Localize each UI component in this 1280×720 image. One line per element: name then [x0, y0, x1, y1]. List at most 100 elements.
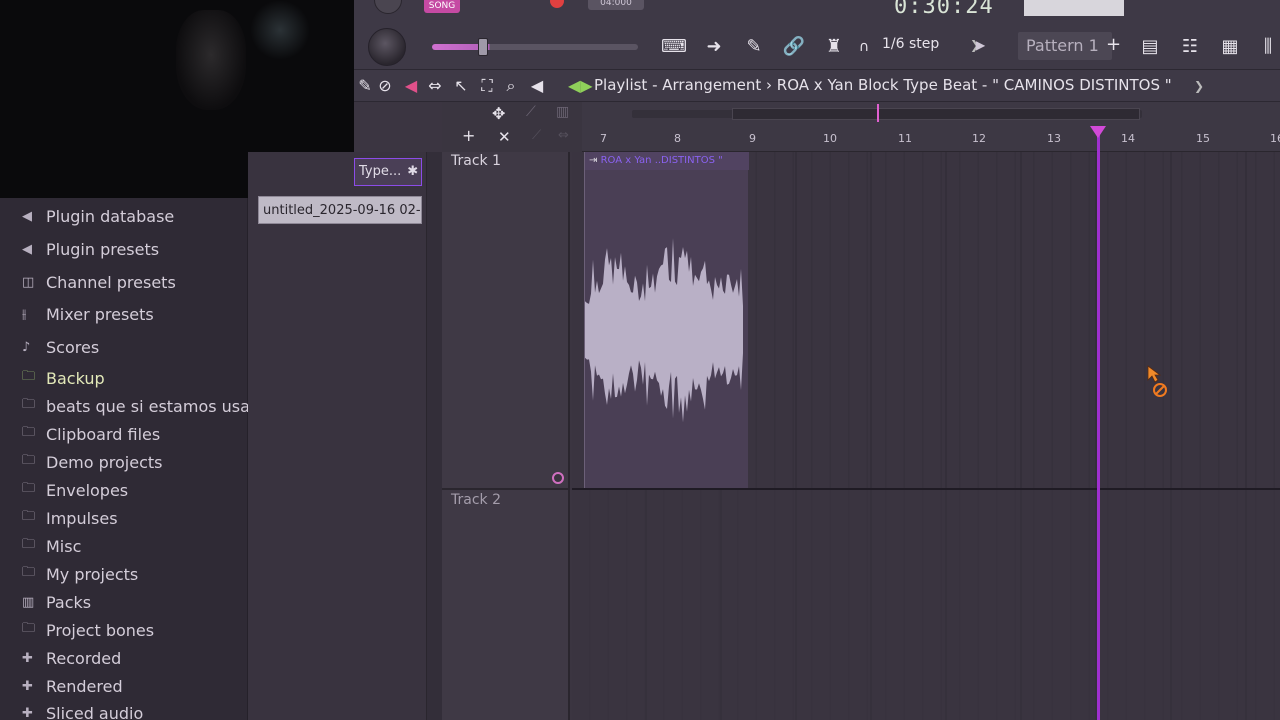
horizontal-scrollbar-thumb[interactable] [732, 108, 1140, 120]
browser-item[interactable]: ✚ Sliced audio [22, 700, 143, 720]
title-arrow-icon[interactable]: ❯ [1188, 75, 1210, 97]
main-volume-knob[interactable] [374, 0, 402, 14]
bar-number: 7 [600, 132, 607, 145]
picker-scrollbar[interactable] [426, 152, 442, 720]
draw-tool-icon[interactable]: ✎ [354, 75, 376, 97]
playlist-view-icon[interactable]: ▤ [1134, 34, 1166, 60]
scroll-left-icon[interactable]: ⟋ [532, 128, 541, 143]
typing-keyboard-icon[interactable]: ⌨ [658, 34, 690, 60]
playlist-picker-panel [248, 152, 442, 720]
playlist-title: Playlist - Arrangement › ROA x Yan Block… [594, 76, 1172, 94]
track-mute-icon[interactable] [552, 472, 564, 484]
pattern-selector[interactable]: Pattern 1 [1018, 32, 1112, 60]
browser-item-label: Backup [46, 368, 105, 388]
browser-item[interactable]: 🗀 Backup [22, 365, 105, 391]
browser-item[interactable]: 🗀 My projects [22, 561, 138, 587]
browser-item[interactable]: 🗀 Demo projects [22, 449, 163, 475]
playhead-line[interactable] [1097, 128, 1100, 720]
browser-item-label: beats que si estamos usando [46, 396, 281, 416]
bar-number: 10 [823, 132, 837, 145]
browser-item-label: Demo projects [46, 452, 163, 472]
browser-item[interactable]: ◀ Plugin database [22, 203, 174, 229]
audio-clip-label: ROA x Yan ..DISTINTOS " [600, 155, 723, 166]
browser-item[interactable]: ⫲ Mixer presets [22, 301, 154, 327]
slip-tool-icon[interactable]: ⇔ [424, 75, 446, 97]
pitch-knob[interactable] [368, 28, 406, 66]
channel-rack-icon[interactable]: ☷ [1174, 34, 1206, 60]
magnet-icon[interactable]: ∩ [854, 34, 874, 60]
browser-item[interactable]: ◀ Plugin presets [22, 236, 159, 262]
close-icon[interactable]: ✕ [498, 128, 511, 146]
master-volume-thumb[interactable] [478, 38, 488, 56]
output-waveform-monitor [1024, 0, 1124, 16]
track-lane-2[interactable] [572, 490, 1280, 720]
browser-item[interactable]: ◫ Channel presets [22, 269, 176, 295]
track-headers: Track 1 Track 2 [442, 152, 570, 720]
sliced-icon: ✚ [22, 705, 33, 720]
timeline-ruler[interactable]: 7 8 9 10 11 12 13 14 15 16 [582, 102, 1280, 152]
link-tool-icon[interactable]: ⟋ [526, 104, 536, 120]
bar-number: 8 [674, 132, 681, 145]
playback-tool-icon[interactable]: ◀ [526, 75, 548, 97]
browser-item[interactable]: 🗀 Misc [22, 533, 81, 559]
song-mode-toggle[interactable]: SONG [424, 0, 460, 13]
slice-tool-icon[interactable]: ↖ [450, 75, 472, 97]
browser-item-label: Rendered [46, 676, 123, 696]
link-icon[interactable]: 🔗 [778, 34, 810, 60]
add-track-icon[interactable]: + [462, 126, 475, 145]
channel-icon: ◫ [22, 274, 35, 290]
mouse-cursor-icon [1147, 365, 1167, 397]
browser-item[interactable]: 🗀 beats que si estamos usando [22, 393, 280, 419]
browser-item[interactable]: 🗀 Clipboard files [22, 421, 160, 447]
fl-studio-window: SONG 04:000 0:30:24 ⌨ ➜ ✎ 🔗 ♜ ∩ 1/6 step… [0, 0, 1280, 720]
snap-selector[interactable]: 1/6 step [882, 36, 939, 52]
track-header-1[interactable]: Track 1 [451, 153, 501, 169]
brush-icon[interactable]: ✎ [738, 34, 770, 60]
plug-icon: ◀ [22, 208, 32, 224]
snap-zoom-icon[interactable]: ✥ [492, 104, 505, 123]
browser-item-label: Sliced audio [46, 703, 144, 720]
mixer-icon: ⫲ [22, 306, 27, 322]
loop-marker[interactable] [877, 104, 879, 122]
add-pattern-button[interactable]: + [1106, 34, 1121, 55]
playlist-ruler-tools: ✥ ⟋ ▥ + ✕ ⟋ ⇔ [442, 102, 582, 152]
track-header-2[interactable]: Track 2 [451, 492, 501, 508]
zoom-tool-icon[interactable]: ⌕ [500, 75, 522, 97]
webcam-background-light [250, 0, 310, 60]
audio-clip[interactable]: ⇥ ROA x Yan ..DISTINTOS " [584, 152, 749, 488]
tempo-display[interactable]: 04:000 [588, 0, 644, 10]
main-toolbar: SONG 04:000 0:30:24 ⌨ ➜ ✎ 🔗 ♜ ∩ 1/6 step… [354, 0, 1280, 70]
mixer-view-icon[interactable]: ▦ [1214, 34, 1246, 60]
scroll-right-icon[interactable]: ⇔ [558, 128, 569, 143]
picker-audio-clip[interactable]: untitled_2025-09-16 02-... [258, 196, 422, 224]
playhead-marker[interactable] [1090, 126, 1106, 138]
bar-number: 9 [749, 132, 756, 145]
playlist-play-icon[interactable]: ◀▶ [568, 76, 593, 95]
bar-number: 14 [1121, 132, 1135, 145]
grid-tool-icon[interactable]: ▥ [556, 104, 569, 120]
note-icon: ♪ [22, 339, 31, 355]
bar-number: 12 [972, 132, 986, 145]
select-tool-icon[interactable]: ⛶ [476, 75, 498, 97]
browser-panel: ◀ Plugin database ◀ Plugin presets ◫ Channe… [0, 198, 280, 720]
bar-number: 15 [1196, 132, 1210, 145]
delete-tool-icon[interactable]: ⊘ [374, 75, 396, 97]
metronome-icon[interactable]: ♜ [818, 34, 850, 60]
browser-item-label: Scores [46, 337, 100, 357]
prev-pattern-icon[interactable]: ▶ [976, 38, 985, 52]
browser-item[interactable]: 🗀 Project bones [22, 617, 154, 643]
master-volume-slider[interactable] [432, 44, 638, 50]
mute-tool-icon[interactable]: ◀ [400, 75, 422, 97]
record-button[interactable] [550, 0, 564, 8]
browser-item[interactable]: ♪ Scores [22, 334, 99, 360]
browser-item[interactable]: ▥ Packs [22, 589, 91, 615]
audio-clip-icon: ✱ [407, 164, 419, 179]
audio-clip-header[interactable]: ⇥ ROA x Yan ..DISTINTOS " [585, 152, 749, 170]
browser-item[interactable]: 🗀 Impulses [22, 505, 118, 531]
picker-tab[interactable]: Type... ✱ [354, 158, 422, 186]
browser-item[interactable]: 🗀 Envelopes [22, 477, 128, 503]
browser-item[interactable]: ✚ Rendered [22, 673, 123, 699]
piano-roll-icon[interactable]: ⫼ [1252, 34, 1280, 60]
step-edit-arrow-icon[interactable]: ➜ [698, 34, 730, 60]
browser-item[interactable]: ✚ Recorded [22, 645, 121, 671]
